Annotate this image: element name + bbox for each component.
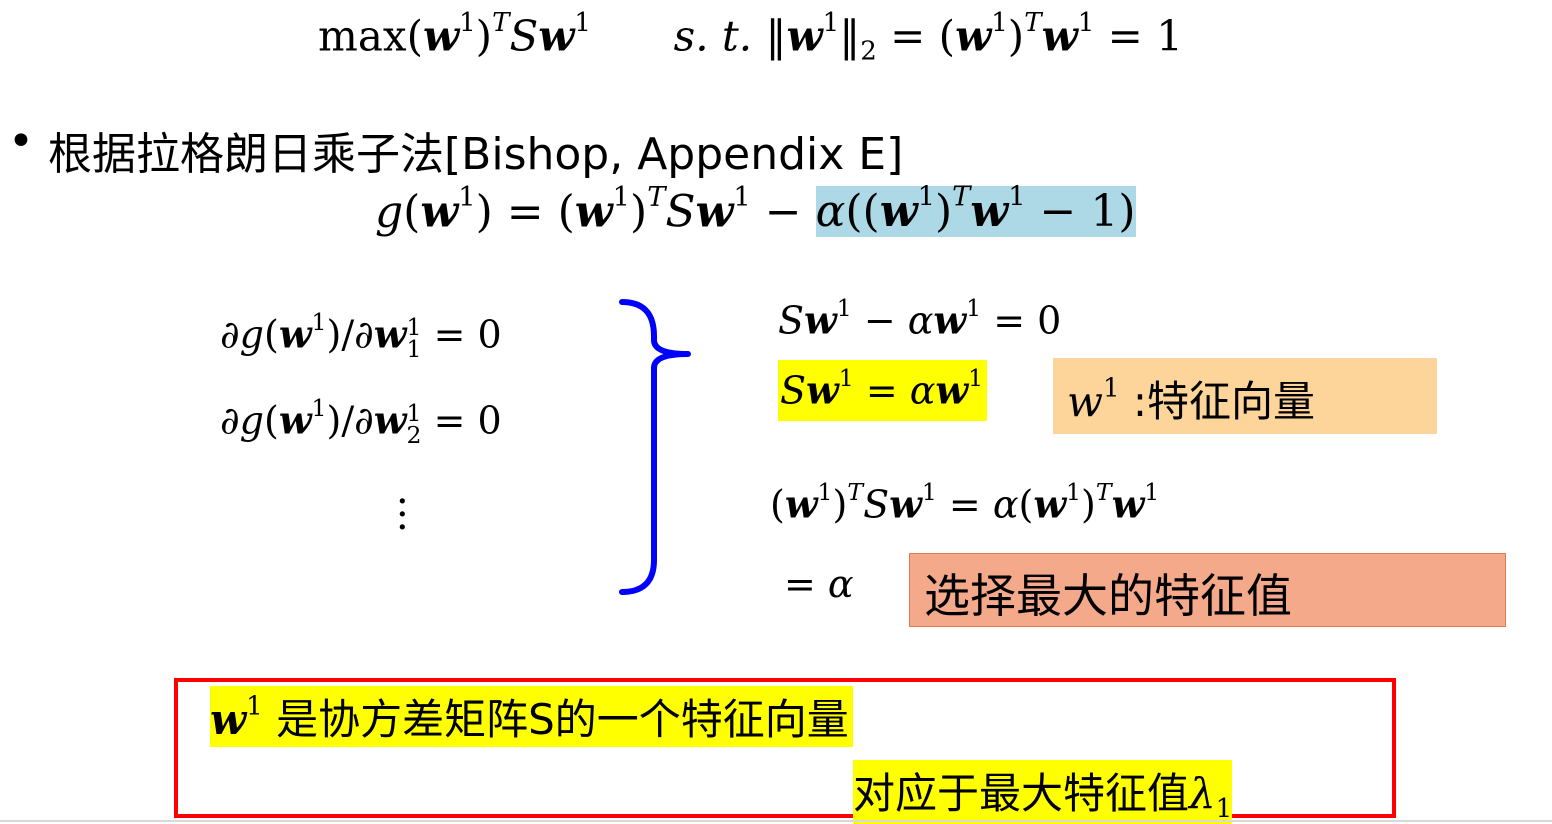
- choose-largest-label: 选择最大的特征值: [924, 569, 1292, 623]
- bullet-text: 根据拉格朗日乘子法[Bishop, Appendix E]: [48, 129, 904, 180]
- constraint-one: 1: [1156, 11, 1183, 61]
- partial-eq-1: ∂g(w1)/∂w 1 1 = 0: [220, 308, 502, 364]
- constraint-term: α((w1)Tw1 − 1): [815, 182, 1136, 238]
- vertical-dots: · · ·: [396, 479, 409, 551]
- lagrangian-lhs: g: [375, 186, 404, 238]
- variance-eq: (w1)TSw1 = α(w1)Tw1: [770, 478, 1160, 527]
- constraint-equation: max(w1)TSw1 s. t. ‖w1‖2 = (w1)Tw1 = 1: [318, 8, 1183, 67]
- bullet-marker: •: [8, 116, 34, 167]
- max-operator: max: [318, 11, 407, 61]
- partial-eq-2: ∂g(w1)/∂w 1 2 = 0: [220, 394, 502, 450]
- norm-subscript: 2: [860, 36, 877, 67]
- bottom-divider: [0, 820, 1552, 822]
- right-brace-icon: [619, 299, 691, 595]
- conclusion-line-2: 对应于最大特征值λ1: [853, 760, 1233, 824]
- equals-alpha: = α: [784, 562, 854, 606]
- choose-largest-note: 选择最大的特征值: [909, 553, 1506, 627]
- eigenvector-label: :特征向量: [1132, 377, 1316, 426]
- subject-to: s. t.: [673, 11, 753, 61]
- stationary-eq: Sw1 − αw1 = 0: [778, 294, 1062, 343]
- conclusion-line-1: w1 是协方差矩阵S的一个特征向量: [210, 686, 853, 747]
- eigenvector-note: w1 :特征向量: [1053, 358, 1437, 434]
- lagrangian-equation: g(w1) = (w1)TSw1 − α((w1)Tw1 − 1): [375, 182, 1136, 238]
- eigen-eq: Sw1 = αw1: [778, 360, 988, 421]
